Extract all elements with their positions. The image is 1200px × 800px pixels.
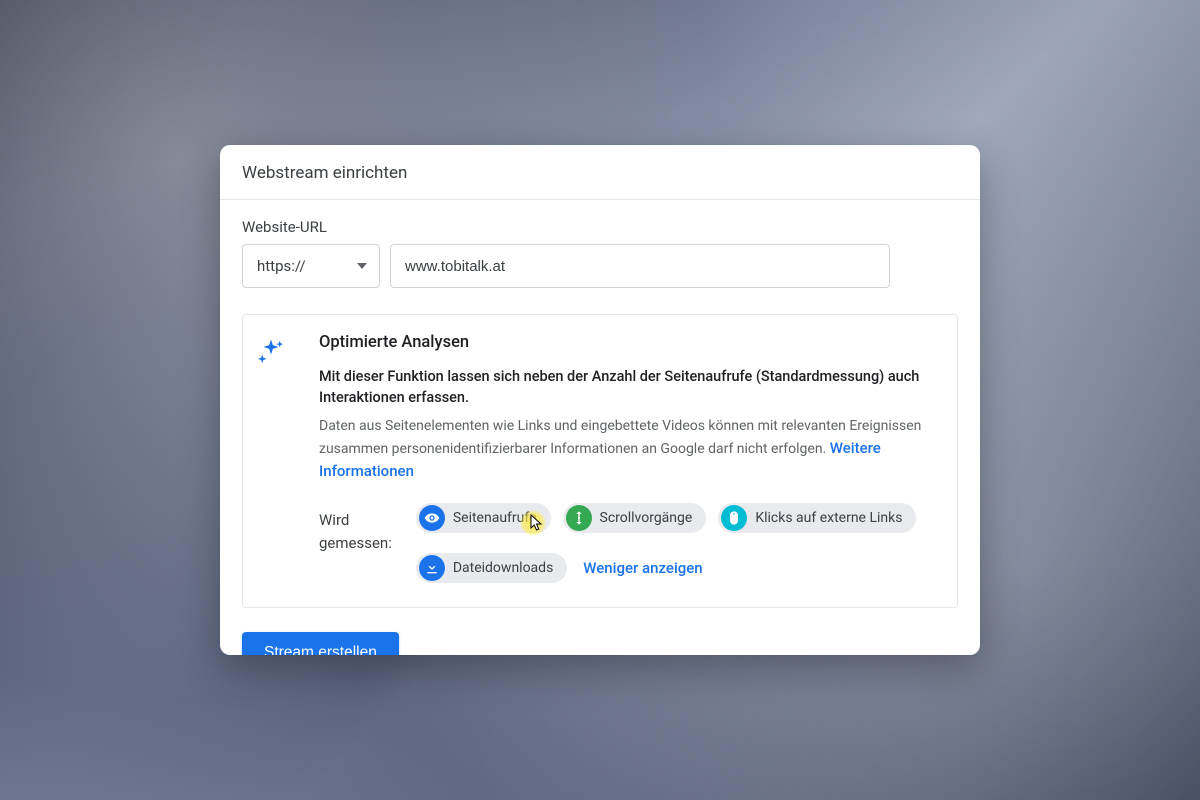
panel-title: Webstream einrichten (220, 145, 980, 200)
show-less-link[interactable]: Weniger anzeigen (583, 559, 702, 577)
measurement-chip: Seitenaufrufe (416, 503, 551, 533)
chip-label: Klicks auf externe Links (755, 510, 902, 526)
chevron-down-icon (357, 263, 367, 269)
chip-label: Seitenaufrufe (453, 510, 537, 526)
protocol-value: https:// (257, 257, 306, 275)
webstream-setup-panel: Webstream einrichten Website-URL https:/… (220, 145, 980, 655)
mouse-icon (721, 505, 747, 531)
optimized-analytics-card: Optimierte Analysen Mit dieser Funktion … (242, 314, 958, 608)
measurement-chip: Dateidownloads (416, 553, 567, 583)
create-stream-button[interactable]: Stream erstellen (242, 632, 399, 655)
scroll-icon (566, 505, 592, 531)
analytics-description-1: Mit dieser Funktion lassen sich neben de… (319, 366, 957, 408)
chip-label: Dateidownloads (453, 560, 553, 576)
analytics-title: Optimierte Analysen (319, 333, 957, 352)
measurement-chip: Klicks auf externe Links (718, 503, 916, 533)
download-icon (419, 555, 445, 581)
measured-label: Wird gemessen: (319, 503, 392, 583)
website-url-input[interactable] (390, 244, 890, 288)
eye-icon (419, 505, 445, 531)
chip-label: Scrollvorgänge (600, 510, 693, 526)
analytics-description-2: Daten aus Seitenelementen wie Links und … (319, 416, 957, 483)
website-url-label: Website-URL (242, 218, 958, 236)
measurement-chips: Seitenaufrufe Scrollvorgänge Klicks auf ex… (416, 503, 957, 583)
sparkles-icon (243, 333, 299, 583)
protocol-select[interactable]: https:// (242, 244, 380, 288)
measurement-chip: Scrollvorgänge (563, 503, 707, 533)
